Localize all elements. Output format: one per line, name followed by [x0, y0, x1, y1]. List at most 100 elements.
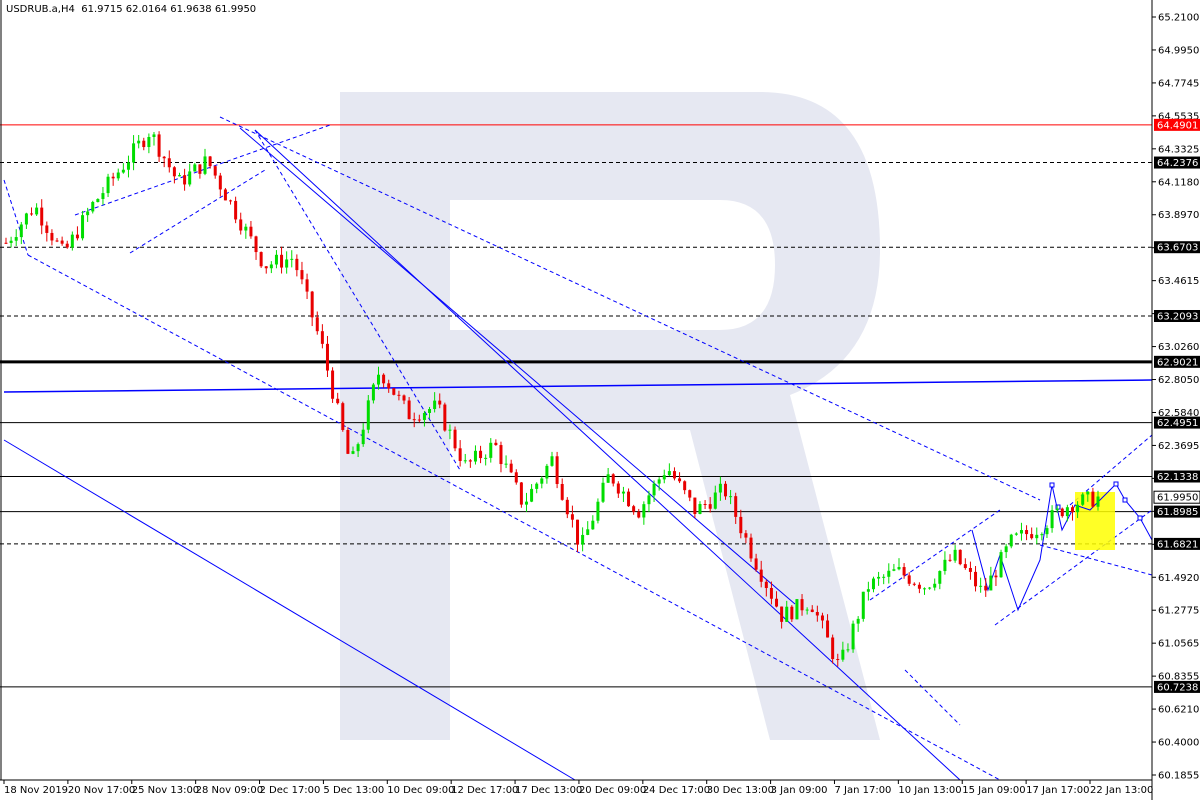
candle-body	[1096, 496, 1100, 507]
candle-body	[213, 166, 217, 176]
time-tick-label: 5 Dec 13:00	[323, 785, 384, 796]
candle-body	[274, 254, 278, 265]
candle-body	[754, 558, 758, 570]
candle-body	[198, 164, 202, 174]
chart-canvas[interactable]: 65.210064.995064.774564.553564.332564.11…	[0, 0, 1200, 800]
candle-body	[55, 240, 59, 242]
candle-body	[943, 559, 947, 572]
candle-body	[586, 529, 590, 535]
candle-body	[412, 419, 416, 421]
candle-body	[841, 649, 845, 660]
candle-body	[19, 224, 23, 238]
candle-body	[285, 259, 289, 268]
time-tick-label: 17 Dec 13:00	[515, 785, 582, 796]
candle-body	[152, 134, 156, 137]
time-tick-label: 12 Dec 17:00	[451, 785, 518, 796]
candle-body	[417, 419, 421, 421]
candle-body	[295, 258, 299, 271]
candle-body	[463, 460, 467, 462]
candle-body	[244, 226, 248, 231]
candle-body	[688, 490, 692, 498]
candle-body	[162, 156, 166, 159]
candle-body	[795, 599, 799, 620]
candle-body	[96, 199, 100, 203]
price-tick-label: 65.2100	[1158, 13, 1199, 24]
price-tick-label: 62.3695	[1158, 441, 1199, 452]
candle-body	[948, 559, 952, 561]
level-label: 64.4901	[1157, 120, 1198, 131]
time-tick-label: 30 Dec 13:00	[707, 785, 774, 796]
candle-body	[861, 591, 865, 619]
price-tick-label: 64.7745	[1158, 78, 1199, 89]
candle-body	[392, 388, 396, 395]
candle-body	[341, 403, 345, 430]
candle-body	[606, 474, 610, 483]
candle-body	[9, 240, 13, 243]
candle-body	[269, 264, 273, 269]
candle-body	[310, 291, 314, 318]
candle-body	[193, 164, 197, 172]
candle-body	[438, 400, 442, 405]
candle-body	[555, 456, 559, 485]
candle-body	[923, 588, 927, 590]
candle-body	[928, 587, 932, 589]
candle-body	[259, 252, 263, 267]
candle-body	[678, 478, 682, 482]
forecast-box	[1075, 492, 1115, 550]
candle-body	[524, 501, 528, 505]
candle-body	[489, 442, 493, 458]
candle-body	[815, 611, 819, 616]
candle-body	[708, 504, 712, 509]
candle-body	[254, 236, 258, 253]
candle-body	[810, 609, 814, 612]
level-label: 61.6821	[1157, 539, 1198, 550]
forecast-node	[1055, 504, 1061, 510]
candle-body	[356, 444, 360, 452]
forecast-path	[971, 483, 1153, 612]
candle-body	[958, 549, 962, 565]
candle-body	[1040, 534, 1044, 536]
candle-body	[331, 370, 335, 399]
candle-body	[40, 207, 44, 226]
candle-body	[667, 471, 671, 476]
candle-body	[229, 200, 233, 202]
candle-body	[121, 169, 125, 173]
candle-body	[1091, 491, 1095, 507]
candle-body	[14, 237, 18, 241]
candle-body	[718, 483, 722, 493]
candle-body	[422, 412, 426, 420]
candle-body	[729, 496, 733, 498]
candle-body	[458, 448, 462, 462]
level-label: 63.2093	[1157, 311, 1198, 322]
trend-line	[3, 439, 576, 781]
candle-body	[963, 564, 967, 568]
candle-body	[325, 343, 329, 371]
candle-body	[239, 219, 243, 231]
candle-body	[433, 400, 437, 410]
candle-body	[468, 460, 472, 462]
watermark-logo	[340, 92, 880, 740]
candle-body	[397, 394, 401, 396]
candle-body	[749, 537, 753, 559]
price-tick-label: 64.9950	[1158, 45, 1199, 56]
chart[interactable]: 65.2100 64.9950 64.7745 64.5535 64.3325 64.11…	[0, 0, 1200, 800]
candle-body	[652, 483, 656, 496]
candle-body	[591, 520, 595, 530]
candle-body	[377, 374, 381, 385]
candle-body	[550, 456, 554, 466]
candle-body	[800, 599, 804, 611]
price-tick-label: 61.2775	[1158, 606, 1199, 617]
time-tick-label: 3 Jan 09:00	[771, 785, 828, 796]
price-tick-label: 64.3325	[1158, 144, 1199, 155]
price-tick-label: 61.4920	[1158, 573, 1199, 584]
candle-body	[1076, 504, 1080, 513]
candle-body	[35, 207, 39, 215]
candle-body	[147, 136, 151, 148]
candle-body	[621, 491, 625, 494]
candle-body	[172, 167, 176, 177]
candle-body	[443, 404, 447, 431]
time-tick-label: 17 Jan 17:00	[1026, 785, 1089, 796]
symbol-header: USDRUB.a,H4 61.9715 62.0164 61.9638 61.9…	[6, 4, 257, 15]
candle-body	[642, 504, 646, 518]
candle-body	[320, 331, 324, 344]
